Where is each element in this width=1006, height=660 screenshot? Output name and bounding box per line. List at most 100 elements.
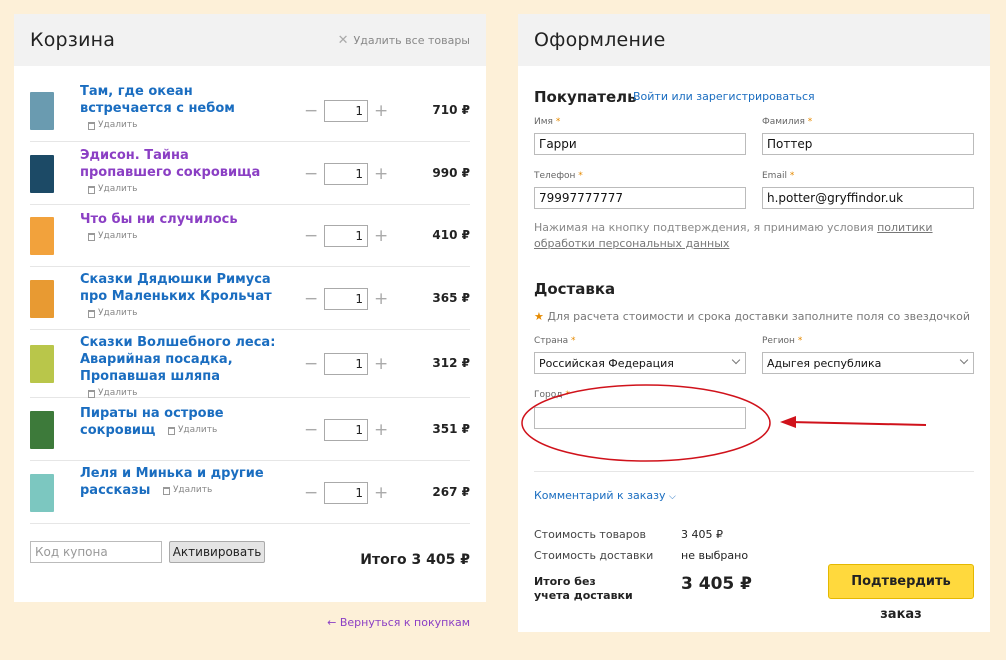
goods-cost-value: 3 405 ₽ bbox=[681, 528, 723, 541]
cart-header: Корзина ✕ Удалить все товары bbox=[14, 14, 486, 66]
item-price: 267 ₽ bbox=[432, 485, 470, 499]
quantity-input[interactable]: 1 bbox=[324, 482, 368, 504]
book-cover-image[interactable] bbox=[30, 217, 54, 255]
remove-label: Удалить bbox=[98, 120, 138, 130]
increase-qty-button[interactable]: + bbox=[374, 484, 388, 502]
cart-item: Там, где океан встречается с небом Удали… bbox=[30, 79, 470, 142]
close-icon: ✕ bbox=[337, 32, 349, 48]
item-price: 710 ₽ bbox=[432, 103, 470, 117]
delivery-cost-label: Стоимость доставки bbox=[534, 549, 654, 562]
checkout-panel: Оформление Покупатель Войти или зарегист… bbox=[518, 14, 990, 632]
trash-icon bbox=[88, 389, 95, 398]
country-select[interactable]: Российская Федерация bbox=[534, 352, 746, 374]
name-field[interactable]: Гарри bbox=[534, 133, 746, 155]
remove-item-button[interactable]: Удалить bbox=[88, 181, 137, 198]
book-cover-image[interactable] bbox=[30, 345, 54, 383]
activate-coupon-button[interactable]: Активировать bbox=[169, 541, 265, 563]
surname-label: Фамилия * bbox=[762, 117, 813, 127]
confirm-order-button[interactable]: Подтвердить заказ bbox=[828, 564, 974, 622]
trash-icon bbox=[88, 309, 95, 318]
item-price: 365 ₽ bbox=[432, 291, 470, 305]
quantity-stepper: − 1 + bbox=[304, 482, 388, 504]
email-label: Email * bbox=[762, 171, 795, 181]
product-title-link[interactable]: Сказки Дядюшки Римуса про Маленьких Крол… bbox=[80, 272, 272, 304]
cart-item: Сказки Дядюшки Римуса про Маленьких Крол… bbox=[30, 267, 470, 330]
book-cover-image[interactable] bbox=[30, 155, 54, 193]
login-register-link[interactable]: Войти или зарегистрироваться bbox=[633, 90, 815, 103]
decrease-qty-button[interactable]: − bbox=[304, 484, 318, 502]
chevron-down-icon: ⌵ bbox=[669, 492, 676, 502]
increase-qty-button[interactable]: + bbox=[374, 290, 388, 308]
consent-text: Нажимая на кнопку подтверждения, я прини… bbox=[534, 221, 933, 250]
quantity-stepper: − 1 + bbox=[304, 419, 388, 441]
product-title-link[interactable]: Там, где океан встречается с небом bbox=[80, 84, 235, 116]
item-price: 410 ₽ bbox=[432, 228, 470, 242]
quantity-stepper: − 1 + bbox=[304, 225, 388, 247]
remove-label: Удалить bbox=[177, 425, 218, 435]
cart-item: Что бы ни случилось Удалить − 1 + 410 ₽ bbox=[30, 205, 470, 267]
cart-item: Сказки Волшебного леса: Аварийная посадк… bbox=[30, 330, 470, 398]
grand-total-label: Итого без учета доставки bbox=[534, 575, 633, 602]
region-select[interactable]: Адыгея республика bbox=[762, 352, 974, 374]
decrease-qty-button[interactable]: − bbox=[304, 165, 318, 183]
remove-item-button[interactable]: Удалить bbox=[167, 422, 218, 439]
cart-item: Леля и Минька и другие рассказы Удалить … bbox=[30, 461, 470, 524]
product-title-link[interactable]: Эдисон. Тайна пропавшего сокровища bbox=[80, 148, 260, 180]
quantity-input[interactable]: 1 bbox=[324, 225, 368, 247]
remove-label: Удалить bbox=[98, 308, 138, 318]
remove-item-button[interactable]: Удалить bbox=[88, 228, 137, 245]
region-label: Регион * bbox=[762, 336, 803, 346]
trash-icon bbox=[88, 232, 95, 241]
quantity-stepper: − 1 + bbox=[304, 163, 388, 185]
name-label: Имя * bbox=[534, 117, 561, 127]
quantity-input[interactable]: 1 bbox=[324, 100, 368, 122]
increase-qty-button[interactable]: + bbox=[374, 355, 388, 373]
quantity-input[interactable]: 1 bbox=[324, 353, 368, 375]
coupon-input[interactable]: Код купона bbox=[30, 541, 162, 563]
checkout-title: Оформление bbox=[534, 29, 666, 51]
product-title-link[interactable]: Что бы ни случилось bbox=[80, 212, 238, 227]
divider bbox=[534, 471, 974, 472]
trash-icon bbox=[167, 426, 175, 435]
clear-cart-button[interactable]: ✕ Удалить все товары bbox=[338, 33, 470, 48]
trash-icon bbox=[88, 185, 95, 194]
remove-item-button[interactable]: Удалить bbox=[88, 305, 137, 322]
trash-icon bbox=[162, 486, 170, 495]
decrease-qty-button[interactable]: − bbox=[304, 290, 318, 308]
remove-label: Удалить bbox=[98, 184, 138, 194]
remove-item-button[interactable]: Удалить bbox=[88, 117, 137, 134]
product-title-link[interactable]: Сказки Волшебного леса: Аварийная посадк… bbox=[80, 335, 275, 384]
book-cover-image[interactable] bbox=[30, 474, 54, 512]
increase-qty-button[interactable]: + bbox=[374, 421, 388, 439]
quantity-stepper: − 1 + bbox=[304, 353, 388, 375]
book-cover-image[interactable] bbox=[30, 92, 54, 130]
item-price: 312 ₽ bbox=[432, 356, 470, 370]
decrease-qty-button[interactable]: − bbox=[304, 102, 318, 120]
decrease-qty-button[interactable]: − bbox=[304, 355, 318, 373]
surname-field[interactable]: Поттер bbox=[762, 133, 974, 155]
book-cover-image[interactable] bbox=[30, 280, 54, 318]
phone-field[interactable]: 79997777777 bbox=[534, 187, 746, 209]
remove-item-button[interactable]: Удалить bbox=[162, 482, 213, 499]
back-to-shopping-link[interactable]: ← Вернуться к покупкам bbox=[327, 616, 470, 629]
decrease-qty-button[interactable]: − bbox=[304, 227, 318, 245]
city-label: Город * bbox=[534, 390, 570, 400]
order-comment-toggle[interactable]: Комментарий к заказу ⌵ bbox=[534, 489, 676, 502]
increase-qty-button[interactable]: + bbox=[374, 102, 388, 120]
city-field[interactable] bbox=[534, 407, 746, 429]
quantity-stepper: − 1 + bbox=[304, 100, 388, 122]
increase-qty-button[interactable]: + bbox=[374, 227, 388, 245]
grand-total-value: 3 405 ₽ bbox=[681, 574, 752, 594]
chevron-down-icon bbox=[731, 355, 741, 365]
decrease-qty-button[interactable]: − bbox=[304, 421, 318, 439]
quantity-stepper: − 1 + bbox=[304, 288, 388, 310]
remove-label: Удалить bbox=[172, 485, 213, 495]
clear-cart-label: Удалить все товары bbox=[353, 33, 470, 47]
quantity-input[interactable]: 1 bbox=[324, 419, 368, 441]
book-cover-image[interactable] bbox=[30, 411, 54, 449]
quantity-input[interactable]: 1 bbox=[324, 288, 368, 310]
email-field[interactable]: h.potter@gryffindor.uk bbox=[762, 187, 974, 209]
quantity-input[interactable]: 1 bbox=[324, 163, 368, 185]
increase-qty-button[interactable]: + bbox=[374, 165, 388, 183]
trash-icon bbox=[88, 121, 95, 130]
